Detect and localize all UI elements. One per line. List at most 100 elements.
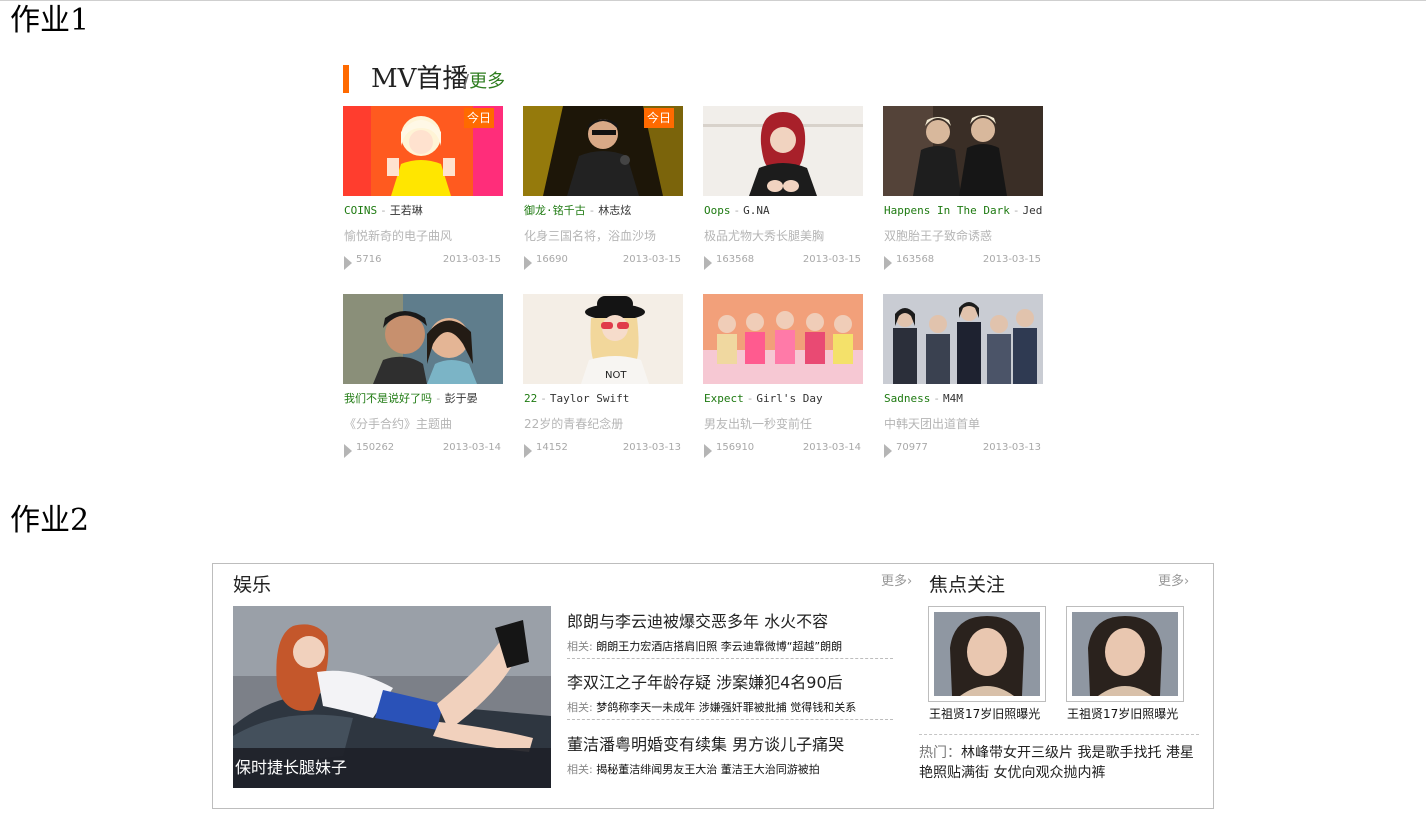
focus-thumbnail[interactable] [928, 606, 1046, 702]
mv-title-line: Sadness - M4M [884, 391, 1054, 407]
focus-caption-link[interactable]: 王祖贤17岁旧照曝光 [1067, 706, 1178, 722]
mv-play-count: 163568 [896, 254, 935, 265]
mv-card[interactable]: Happens In The Dark - Jed 双胞胎王子致命诱惑 163568… [883, 106, 1043, 286]
news-headline-link[interactable]: 李双江之子年龄存疑 涉案嫌犯4名90后 [567, 672, 893, 694]
mv-card[interactable]: 今日 御龙·铭千古 - 林志炫 化身三国名将，浴血沙场 16690 2013-03-… [523, 106, 683, 286]
hot-topics: 热门：林峰带女开三级片 我是歌手找托 港星艳照贴满街 女优向观众抛内裤 [919, 734, 1199, 783]
mv-song-link[interactable]: 御龙·铭千古 [524, 204, 586, 217]
mv-thumbnail[interactable]: NOT [523, 294, 683, 384]
mv-play-count: 163568 [716, 254, 755, 265]
mv-song-link[interactable]: 22 [524, 392, 537, 405]
mv-meta: 70977 2013-03-13 [883, 440, 1043, 458]
mv-description: 极品尤物大秀长腿美胸 [704, 229, 825, 243]
mv-song-link[interactable]: COINS [344, 204, 377, 217]
related-label: 相关: [567, 763, 593, 776]
mv-date: 2013-03-15 [802, 254, 861, 265]
mv-meta: 163568 2013-03-15 [703, 252, 863, 270]
mv-description: 愉悦新奇的电子曲风 [344, 229, 453, 243]
related-links[interactable]: 揭秘董洁绯闻男友王大治 董洁王大治同游被拍 [596, 763, 820, 776]
focus-more-link[interactable]: 更多› [1158, 574, 1189, 590]
mv-description: 化身三国名将，浴血沙场 [524, 229, 657, 243]
play-icon [344, 444, 352, 458]
related-label: 相关: [567, 701, 593, 714]
news-item: 董洁潘粤明婚变有续集 男方谈儿子痛哭 相关: 揭秘董洁绯闻男友王大治 董洁王大治… [567, 734, 893, 778]
mv-play-count: 14152 [536, 442, 568, 453]
mv-title-separator: - [435, 392, 442, 405]
mv-title-line: COINS - 王若琳 [344, 203, 514, 219]
mv-play-count: 150262 [356, 442, 395, 453]
news-headline-link[interactable]: 郎朗与李云迪被爆交恶多年 水火不容 [567, 611, 893, 633]
mv-card[interactable]: Oops - G.NA 极品尤物大秀长腿美胸 163568 2013-03-15 [703, 106, 863, 286]
mv-artist-link[interactable]: 林志炫 [598, 204, 631, 217]
entertainment-title: 娱乐 [233, 574, 272, 596]
mv-card[interactable]: NOT 22- Taylor Swift 22岁的青春纪念册 14152 2013… [523, 294, 683, 474]
mv-thumbnail[interactable] [703, 106, 863, 196]
play-icon [524, 256, 532, 270]
mv-header-accent-bar [343, 65, 349, 93]
mv-thumbnail[interactable] [343, 294, 503, 384]
mv-meta: 14152 2013-03-13 [523, 440, 683, 458]
mv-header: MV首播 /更多 [343, 61, 1063, 101]
focus-thumbnail[interactable] [1066, 606, 1184, 702]
mv-song-link[interactable]: Expect [704, 392, 744, 405]
mv-thumbnail[interactable] [883, 106, 1043, 196]
mv-card[interactable]: 我们不是说好了吗 - 彭于晏 《分手合约》主题曲 150262 2013-03-14 [343, 294, 503, 474]
related-label: 相关: [567, 640, 593, 653]
mv-song-link[interactable]: Oops [704, 204, 731, 217]
mv-title-line: 御龙·铭千古 - 林志炫 [524, 203, 694, 219]
mv-card[interactable]: Expect - Girl's Day 男友出轨一秒变前任 156910 2013-… [703, 294, 863, 474]
mv-thumbnail[interactable] [883, 294, 1043, 384]
related-links[interactable]: 梦鸽称李天一未成年 涉嫌强奸罪被批捕 觉得钱和关系 [596, 701, 856, 714]
mv-meta: 150262 2013-03-14 [343, 440, 503, 458]
mv-play-count: 156910 [716, 442, 755, 453]
related-links[interactable]: 朗朗王力宏酒店搭肩旧照 李云迪靠微博“超越”朗朗 [596, 640, 842, 653]
play-icon [884, 444, 892, 458]
mv-artist-link[interactable]: 彭于晏 [445, 392, 478, 405]
mv-card[interactable]: 今日 COINS - 王若琳 愉悦新奇的电子曲风 5716 2013-03-15 [343, 106, 503, 286]
homework-2-title: 作业2 [10, 503, 90, 538]
mv-title-separator: - [733, 204, 741, 217]
mv-artist-link[interactable]: 王若琳 [390, 204, 423, 217]
mv-meta: 156910 2013-03-14 [703, 440, 863, 458]
mv-title-separator: - [933, 392, 940, 405]
hot-topic-links[interactable]: 林峰带女开三级片 我是歌手找托 港星艳照贴满街 女优向观众抛内裤 [919, 745, 1194, 781]
mv-meta: 16690 2013-03-15 [523, 252, 683, 270]
mv-song-link[interactable]: 我们不是说好了吗 [344, 392, 432, 405]
news-related-line: 相关: 梦鸽称李天一未成年 涉嫌强奸罪被批捕 觉得钱和关系 [567, 700, 893, 716]
mv-title-separator: - [540, 392, 547, 405]
mv-play-count: 70977 [896, 442, 928, 453]
today-badge: 今日 [644, 108, 674, 128]
entertainment-more-link[interactable]: 更多› [881, 574, 912, 590]
mv-thumbnail[interactable] [703, 294, 863, 384]
mv-artist-link[interactable]: G.NA [743, 204, 770, 217]
focus-title: 焦点关注 [929, 574, 1006, 596]
mv-song-link[interactable]: Happens In The Dark [884, 204, 1010, 217]
news-item: 李双江之子年龄存疑 涉案嫌犯4名90后 相关: 梦鸽称李天一未成年 涉嫌强奸罪被… [567, 672, 893, 720]
featured-image[interactable]: 保时捷长腿妹子 [233, 606, 551, 788]
mv-artist-link[interactable]: Girl's Day [756, 392, 822, 405]
mv-thumbnail[interactable]: 今日 [343, 106, 503, 196]
mv-date: 2013-03-14 [442, 442, 501, 453]
mv-premiere-module: MV首播 /更多 今日 COINS - 王若琳 愉悦新奇的电子曲风 5716 2… [343, 61, 1063, 458]
mv-artist-link[interactable]: M4M [943, 392, 963, 405]
mv-artist-link[interactable]: Taylor Swift [550, 392, 629, 405]
mv-more-label[interactable]: 更多 [469, 71, 505, 92]
mv-title-line: Expect - Girl's Day [704, 391, 874, 407]
mv-card[interactable]: Sadness - M4M 中韩天团出道首单 70977 2013-03-13 [883, 294, 1043, 474]
mv-date: 2013-03-15 [442, 254, 501, 265]
play-icon [344, 256, 352, 270]
mv-more-link[interactable]: /更多 [463, 71, 505, 93]
play-icon [524, 444, 532, 458]
mv-description: 《分手合约》主题曲 [344, 417, 453, 431]
mv-song-link[interactable]: Sadness [884, 392, 930, 405]
focus-caption-link[interactable]: 王祖贤17岁旧照曝光 [929, 706, 1040, 722]
mv-title-separator: - [380, 204, 387, 217]
mv-artist-link[interactable]: Jed [1022, 204, 1042, 217]
mv-title-line: 我们不是说好了吗 - 彭于晏 [344, 391, 514, 407]
mv-description: 22岁的青春纪念册 [524, 417, 624, 431]
mv-thumbnail[interactable]: 今日 [523, 106, 683, 196]
mv-description: 中韩天团出道首单 [884, 417, 981, 431]
news-headline-link[interactable]: 董洁潘粤明婚变有续集 男方谈儿子痛哭 [567, 734, 893, 756]
mv-title-line: Happens In The Dark - Jed [884, 203, 1054, 219]
featured-image-caption[interactable]: 保时捷长腿妹子 [233, 748, 551, 788]
